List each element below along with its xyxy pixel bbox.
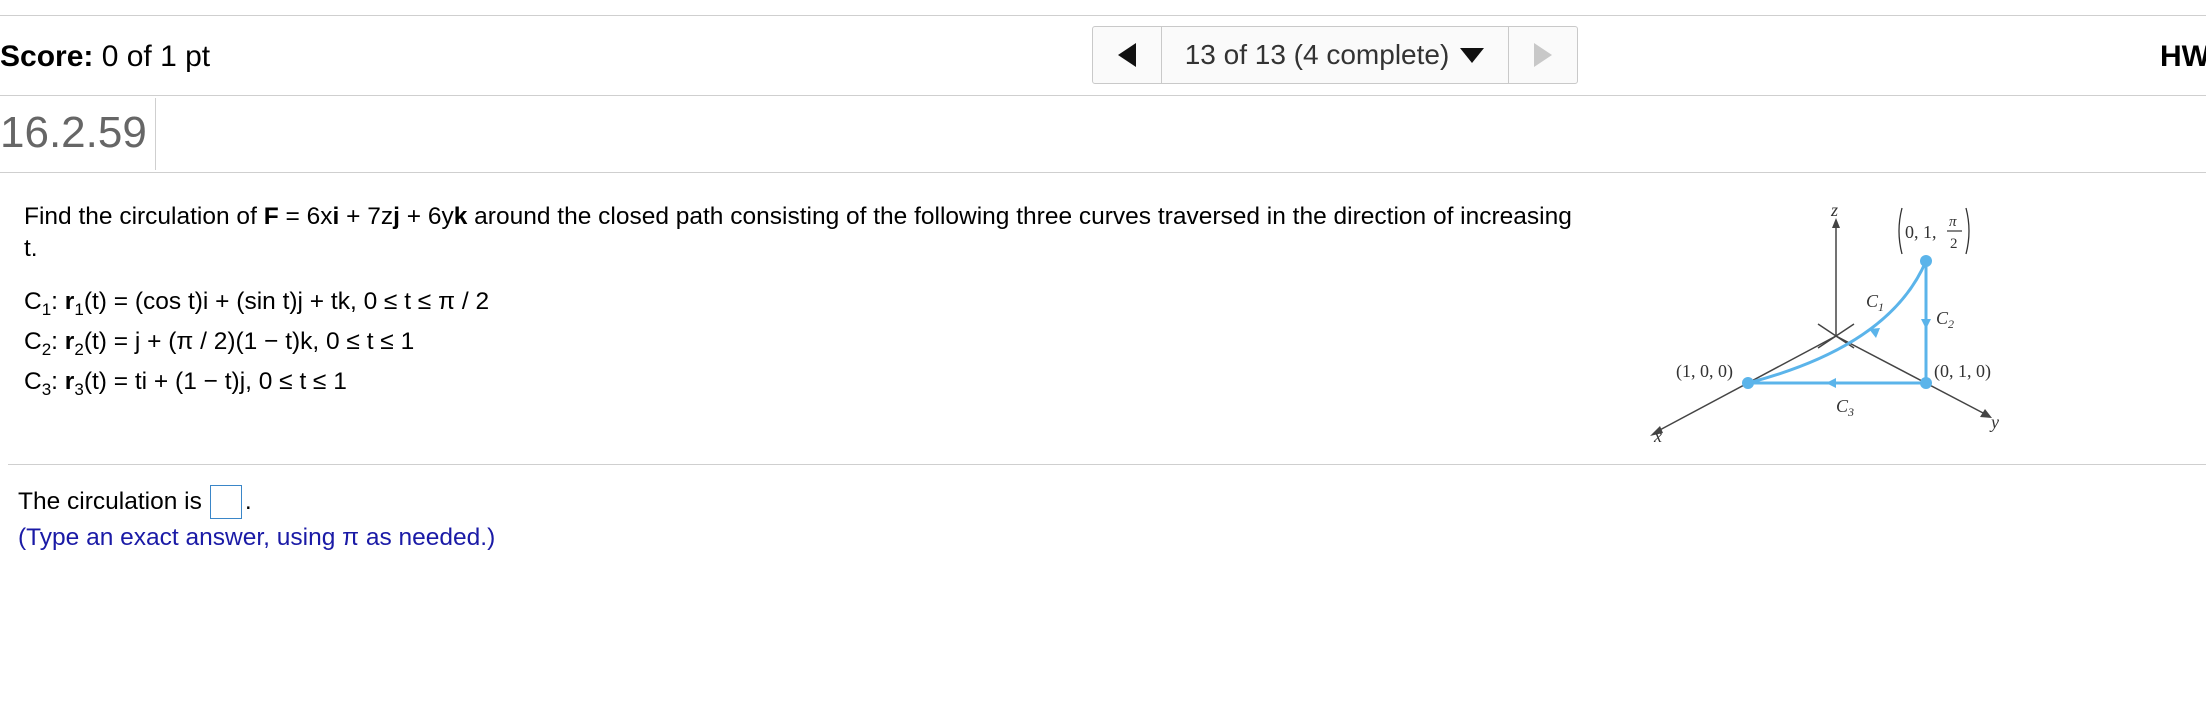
- c3-direction-arrow-icon: [1826, 378, 1836, 388]
- question-select-dropdown[interactable]: 13 of 13 (4 complete): [1162, 27, 1508, 83]
- question-text: Find the circulation of F = 6xi + 7zj + …: [24, 203, 1572, 262]
- question-navigator: 13 of 13 (4 complete): [1092, 26, 1578, 84]
- point-top-label: 0, 1, π 2: [1898, 207, 1970, 255]
- curve-c1-definition: C1: r1(t) = (cos t)i + (sin t)j + tk, 0 …: [24, 288, 490, 319]
- curve-c3-formula: (t) = ti + (1 − t)j, 0 ≤ t ≤ 1: [83, 368, 347, 395]
- previous-question-button[interactable]: [1093, 27, 1162, 83]
- svg-text:π: π: [1949, 214, 1957, 230]
- triangle-right-icon: [1534, 43, 1552, 67]
- score-label: Score:: [0, 40, 94, 73]
- answer-line: The circulation is .: [18, 485, 252, 519]
- answer-divider: [8, 464, 2206, 465]
- top-divider: [0, 15, 2206, 16]
- point-left-marker: [1742, 377, 1754, 389]
- triangle-left-icon: [1118, 43, 1136, 67]
- answer-prefix: The circulation is: [18, 488, 202, 515]
- score: Score: 0 of 1 pt: [0, 40, 210, 74]
- question-number-separator: [155, 98, 156, 170]
- point-right-label: (0, 1, 0): [1934, 361, 1991, 382]
- curve-c2-formula: (t) = j + (π / 2)(1 − t)k, 0 ≤ t ≤ 1: [83, 328, 415, 355]
- curve-c3-definition: C3: r3(t) = ti + (1 − t)j, 0 ≤ t ≤ 1: [24, 368, 347, 399]
- question-select-label: 13 of 13 (4 complete): [1184, 39, 1450, 70]
- score-value: 0 of 1 pt: [101, 40, 211, 73]
- curve-c1-label: C1: [1866, 291, 1884, 314]
- point-right-marker: [1920, 377, 1932, 389]
- curve-c2-label: C2: [1936, 308, 1954, 331]
- axis-z-label: z: [1830, 200, 1838, 220]
- c1-direction-arrow-icon: [1869, 328, 1880, 338]
- svg-text:0, 1,: 0, 1,: [1905, 222, 1937, 242]
- curve-c3-label: C3: [1836, 396, 1854, 419]
- path-diagram-svg: z x y 0, 1, π 2 (1, 0, 0) (0, 1, 0) C1 C…: [1650, 200, 1999, 446]
- curve-c2-definition: C2: r2(t) = j + (π / 2)(1 − t)k, 0 ≤ t ≤…: [24, 328, 415, 359]
- c2-direction-arrow-icon: [1921, 319, 1931, 329]
- svg-text:2: 2: [1950, 236, 1958, 252]
- point-top-marker: [1920, 255, 1932, 267]
- answer-hint: (Type an exact answer, using π as needed…: [18, 524, 496, 551]
- axis-y-label: y: [1989, 412, 1999, 432]
- point-left-label: (1, 0, 0): [1676, 361, 1733, 382]
- assignment-title: HW: [2160, 40, 2206, 73]
- curve-c1-path: [1747, 260, 1928, 385]
- path-diagram: z x y 0, 1, π 2 (1, 0, 0) (0, 1, 0) C1 C…: [1640, 196, 2020, 461]
- question-number: 16.2.59: [0, 108, 147, 157]
- axis-x-label: x: [1653, 426, 1662, 446]
- curve-c1-formula: (t) = (cos t)i + (sin t)j + tk, 0 ≤ t ≤ …: [83, 288, 490, 315]
- caret-down-icon: [1460, 48, 1485, 63]
- answer-input[interactable]: [209, 485, 242, 519]
- header-divider: [0, 95, 2206, 96]
- question-divider: [0, 172, 2206, 173]
- answer-suffix: .: [244, 488, 252, 515]
- next-question-button[interactable]: [1508, 27, 1577, 83]
